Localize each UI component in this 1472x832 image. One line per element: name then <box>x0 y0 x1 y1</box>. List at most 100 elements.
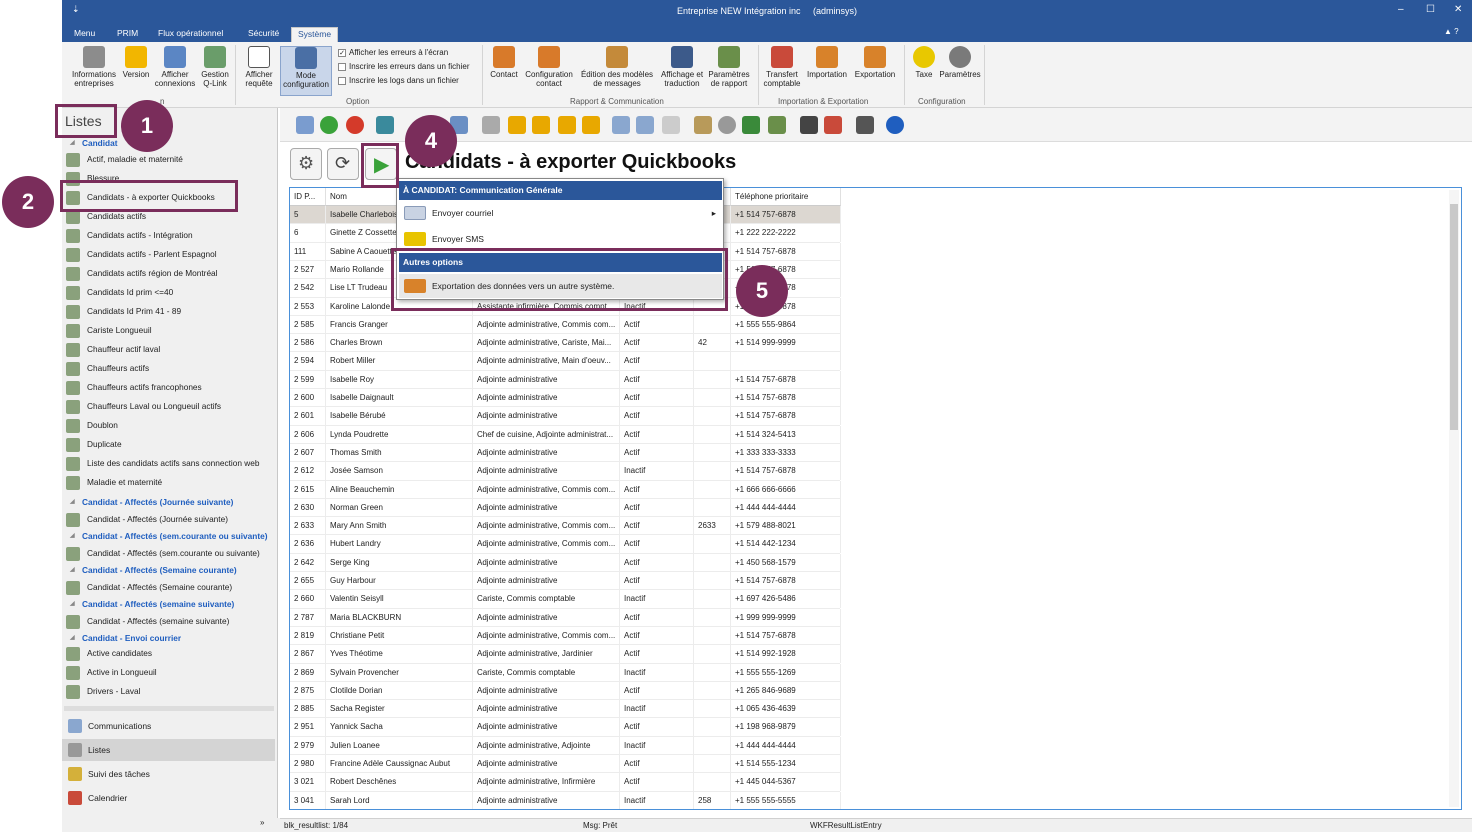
minimize-button[interactable]: – <box>1398 4 1404 15</box>
collapse-arrow-icon[interactable]: ◢ <box>70 494 75 511</box>
previous-record-icon[interactable] <box>532 116 550 134</box>
checkbox-afficher-erreurs[interactable]: ✓ Afficher les erreurs à l'écran <box>338 48 448 57</box>
table-row[interactable]: 2 885 Sacha Register Adjointe administrati… <box>290 700 841 719</box>
sidebar-list-item[interactable]: Chauffeur actif laval <box>62 341 277 360</box>
sidebar-list-item[interactable]: Candidats actifs - Parlent Espagnol <box>62 246 277 265</box>
nav-communications[interactable]: Communications <box>62 715 275 737</box>
nav-listes[interactable]: Listes <box>62 739 275 761</box>
collapse-arrow-icon[interactable]: ◢ <box>70 528 75 545</box>
sidebar-list-item[interactable]: Chauffeurs Laval ou Longueuil actifs <box>62 398 277 417</box>
table-row[interactable]: 2 642 Serge King Adjointe administrative Ac… <box>290 553 841 573</box>
table-row[interactable]: 2 819 Christiane Petit Adjointe administra… <box>290 626 841 646</box>
phone-icon[interactable] <box>662 116 680 134</box>
contact-button[interactable]: Contact <box>486 46 522 79</box>
calendar-icon[interactable] <box>824 116 842 134</box>
collapse-ribbon-icon[interactable]: ▲ ? <box>1444 27 1459 36</box>
sidebar-list-item[interactable]: Duplicate <box>62 436 277 455</box>
sidebar-group-header[interactable]: ◢ Candidat - Affectés (semaine suivante) <box>62 596 277 613</box>
refresh-button[interactable]: ⟳ <box>327 148 359 180</box>
add-icon[interactable] <box>320 116 338 134</box>
sidebar-list-item[interactable]: Candidats Id prim <=40 <box>62 284 277 303</box>
history-icon[interactable] <box>718 116 736 134</box>
sidebar-list-item[interactable]: Active in Longueuil <box>62 664 277 683</box>
table-row[interactable]: 2 655 Guy Harbour Adjointe administrative A… <box>290 572 841 591</box>
informations-entreprises-button[interactable]: Informations entreprises <box>68 46 120 88</box>
transfert-comptable-button[interactable]: Transfert comptable <box>762 46 802 88</box>
parametres-button[interactable]: Paramètres <box>938 46 982 79</box>
vertical-scrollbar[interactable] <box>1449 190 1459 807</box>
collapse-arrow-icon[interactable]: ◢ <box>70 596 75 613</box>
settings-button[interactable]: ⚙ <box>290 148 322 180</box>
sidebar-list-item[interactable]: Maladie et maternité <box>62 474 277 493</box>
table-row[interactable]: 2 607 Thomas Smith Adjointe administrative… <box>290 443 841 463</box>
next-record-icon[interactable] <box>558 116 576 134</box>
table-row[interactable]: 2 612 Josée Samson Adjointe administrative… <box>290 462 841 481</box>
table-row[interactable]: 2 606 Lynda Poudrette Chef de cuisine, Adj… <box>290 425 841 444</box>
table-row[interactable]: 2 600 Isabelle Daignault Adjointe administ… <box>290 389 841 408</box>
sidebar-list-item[interactable]: Liste des candidats actifs sans connecti… <box>62 455 277 474</box>
column-header[interactable]: ID P... <box>290 188 326 206</box>
table-row[interactable]: 3 021 Robert Deschênes Adjointe administra… <box>290 773 841 792</box>
lock-icon[interactable] <box>856 116 874 134</box>
maximize-button[interactable]: ☐ <box>1426 4 1435 15</box>
version-button[interactable]: Version <box>120 46 152 79</box>
sidebar-list-item[interactable]: Doublon <box>62 417 277 436</box>
close-button[interactable]: ✕ <box>1454 4 1462 15</box>
calculator-icon[interactable] <box>800 116 818 134</box>
table-row[interactable]: 2 601 Isabelle Bérubé Adjointe administrat… <box>290 407 841 426</box>
sidebar-list-item[interactable]: Chauffeurs actifs <box>62 360 277 379</box>
table-row[interactable]: 2 787 Maria BLACKBURN Adjointe administrat… <box>290 608 841 627</box>
afficher-requete-button[interactable]: Afficher requête <box>238 46 280 88</box>
edition-modeles-button[interactable]: Édition des modèles de messages <box>576 46 658 88</box>
delete-icon[interactable] <box>346 116 364 134</box>
tab-securite[interactable]: Sécurité <box>242 27 285 42</box>
excel-icon[interactable] <box>742 116 760 134</box>
affichage-traduction-button[interactable]: Affichage et traduction <box>658 46 706 88</box>
sidebar-group-header[interactable]: ◢ Candidat - Affectés (Semaine courante) <box>62 562 277 579</box>
tab-flux[interactable]: Flux opérationnel <box>152 27 229 42</box>
sidebar-list-item[interactable]: Active candidates <box>62 645 277 664</box>
tab-menu[interactable]: Menu <box>68 27 101 42</box>
checkbox-inscrire-logs[interactable]: Inscrire les logs dans un fichier <box>338 76 459 85</box>
tab-prim[interactable]: PRIM <box>111 27 144 42</box>
nav-suivi-taches[interactable]: Suivi des tâches <box>62 763 275 785</box>
table-row[interactable]: 2 660 Valentin Seisyll Cariste, Commis com… <box>290 590 841 609</box>
print-icon[interactable] <box>482 116 500 134</box>
search-icon[interactable] <box>376 116 394 134</box>
sidebar-group-header[interactable]: ◢ Candidat - Affectés (sem.courante ou su… <box>62 528 277 545</box>
mode-configuration-button[interactable]: Mode configuration <box>280 46 332 96</box>
afficher-connexions-button[interactable]: Afficher connexions <box>154 46 196 88</box>
table-row[interactable]: 2 951 Yannick Sacha Adjointe administrativ… <box>290 718 841 737</box>
table-row[interactable]: 2 586 Charles Brown Adjointe administrativ… <box>290 334 841 353</box>
table-row[interactable]: 2 875 Clotilde Dorian Adjointe administrat… <box>290 681 841 701</box>
table-row[interactable]: 3 041 Sarah Lord Adjointe administrative In… <box>290 791 841 809</box>
sidebar-group-header[interactable]: ◢ Candidat - Affectés (Journée suivante) <box>62 494 277 511</box>
help-icon[interactable] <box>886 116 904 134</box>
first-record-icon[interactable] <box>508 116 526 134</box>
last-record-icon[interactable] <box>582 116 600 134</box>
sidebar-list-item[interactable]: Candidats Id Prim 41 - 89 <box>62 303 277 322</box>
save-icon[interactable] <box>296 116 314 134</box>
scrollbar-thumb[interactable] <box>1450 204 1458 430</box>
sidebar-list-item[interactable]: Cariste Longueuil <box>62 322 277 341</box>
sidebar-list-item[interactable]: Actif, maladie et maternité <box>62 151 277 170</box>
table-row[interactable]: 2 594 Robert Miller Adjointe administrativ… <box>290 352 841 371</box>
importation-button[interactable]: Importation <box>802 46 852 79</box>
configuration-contact-button[interactable]: Configuration contact <box>522 46 576 88</box>
gestion-qlink-button[interactable]: Gestion Q-Link <box>198 46 232 88</box>
nav-calendrier[interactable]: Calendrier <box>62 787 275 809</box>
checkbox-inscrire-erreurs[interactable]: Inscrire les erreurs dans un fichier <box>338 62 470 71</box>
table-row[interactable]: 2 636 Hubert Landry Adjointe administrativ… <box>290 535 841 554</box>
table-row[interactable]: 2 867 Yves Théotime Adjointe administrativ… <box>290 645 841 664</box>
exportation-button[interactable]: Exportation <box>852 46 898 79</box>
table-row[interactable]: 2 979 Julien Loanee Adjointe administrativ… <box>290 736 841 756</box>
parametres-rapport-button[interactable]: Paramètres de rapport <box>706 46 752 88</box>
taxe-button[interactable]: Taxe <box>910 46 938 79</box>
tab-systeme[interactable]: Système <box>291 27 339 42</box>
sidebar-list-item[interactable]: Candidats actifs - Intégration <box>62 227 277 246</box>
table-row[interactable]: 2 633 Mary Ann Smith Adjointe administrati… <box>290 517 841 536</box>
column-header[interactable]: Téléphone prioritaire <box>731 188 841 206</box>
sidebar-list-item[interactable]: Drivers - Laval <box>62 683 277 702</box>
email-icon[interactable] <box>636 116 654 134</box>
table-row[interactable]: 2 585 Francis Granger Adjointe administrat… <box>290 315 841 335</box>
